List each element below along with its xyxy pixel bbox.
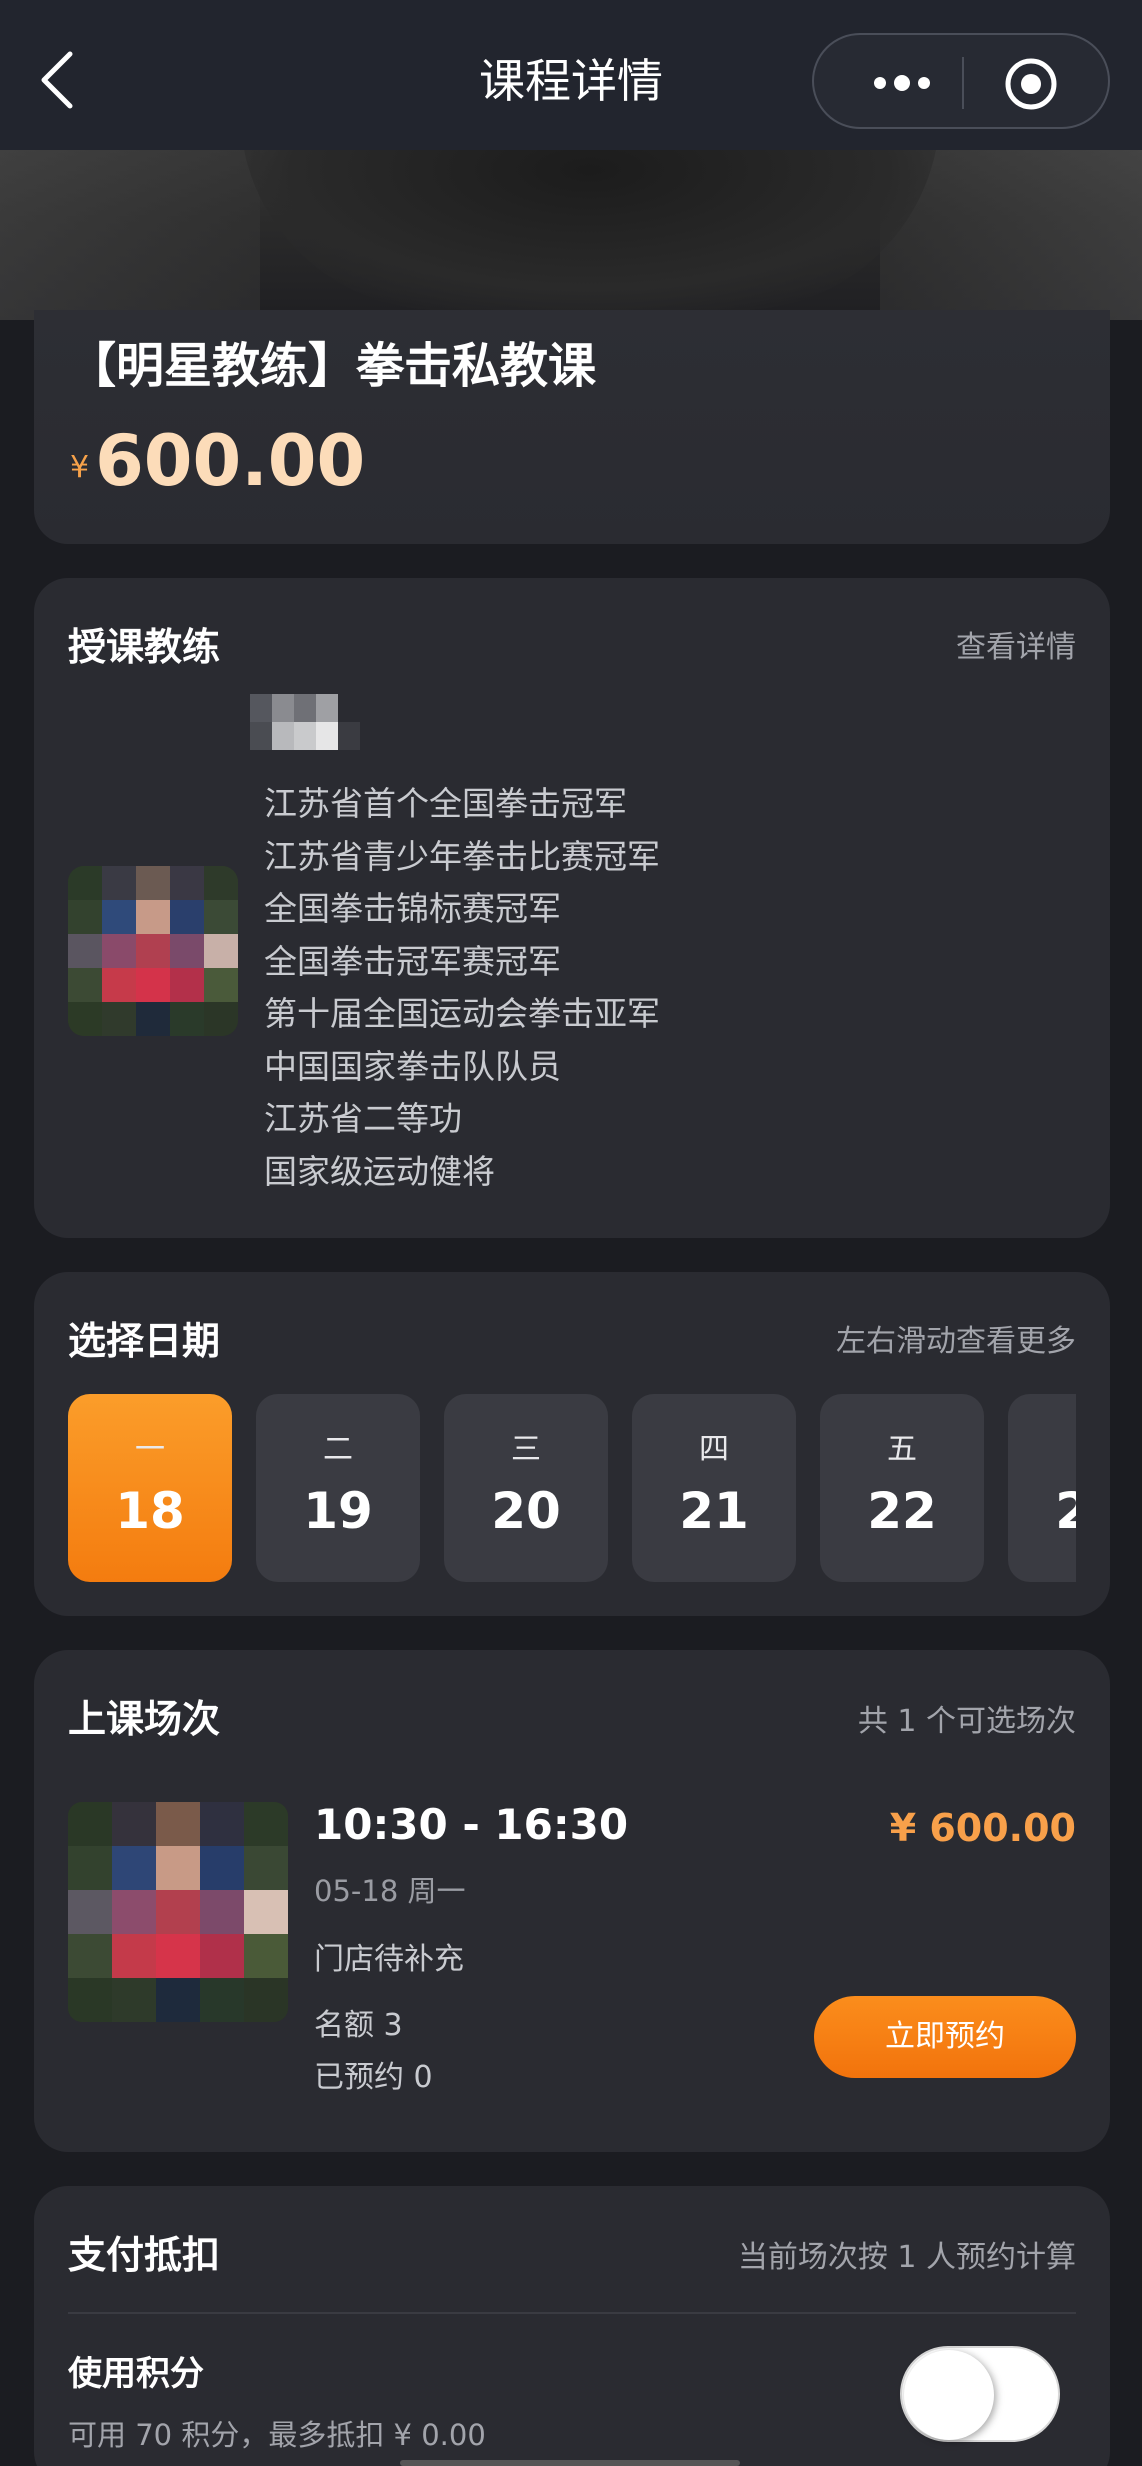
- honor-item: 第十届全国运动会拳击亚军: [264, 994, 660, 1033]
- session-price: ¥ 600.00: [889, 1806, 1076, 1850]
- payment-section-title: 支付抵扣: [68, 2233, 221, 2277]
- section-divider: [68, 2312, 1076, 2314]
- navigation-bar: 课程详情: [0, 0, 1142, 150]
- home-indicator: [400, 2460, 740, 2466]
- date-item-19[interactable]: 二 19: [256, 1394, 420, 1582]
- scroll-hint: 左右滑动查看更多: [836, 1324, 1076, 1359]
- toggle-knob: [904, 2350, 994, 2440]
- date-scroller[interactable]: 一 18 二 19 三 20 四 21 五 22 六 23: [68, 1394, 1076, 1584]
- more-options-icon[interactable]: [862, 61, 942, 105]
- weekday-label: 六: [1008, 1424, 1076, 1468]
- points-description: 可用 70 积分，最多抵扣 ¥ 0.00: [68, 2418, 486, 2452]
- session-quota: 名额 3: [314, 2008, 403, 2043]
- session-card: 上课场次 共 1 个可选场次 10:30 - 16:30 05-18 周一 门店…: [34, 1650, 1110, 2152]
- session-booked-count: 已预约 0: [314, 2060, 433, 2095]
- use-points-label: 使用积分: [68, 2354, 204, 2394]
- day-number: 18: [115, 1482, 185, 1540]
- date-item-23[interactable]: 六 23: [1008, 1394, 1076, 1582]
- date-item-22[interactable]: 五 22: [820, 1394, 984, 1582]
- session-date: 05-18 周一: [314, 1874, 466, 1908]
- currency-symbol: ¥: [70, 450, 90, 485]
- close-target-icon[interactable]: [1004, 57, 1058, 111]
- date-item-18[interactable]: 一 18: [68, 1394, 232, 1582]
- honor-item: 国家级运动健将: [264, 1151, 495, 1191]
- course-info-card: 【明星教练】拳击私教课 ¥600.00: [34, 310, 1110, 544]
- honor-item: 江苏省青少年拳击比赛冠军: [264, 836, 660, 876]
- date-selector-card: 选择日期 左右滑动查看更多 一 18 二 19 三 20 四 21 五 22 六…: [34, 1272, 1110, 1616]
- honor-item: 江苏省二等功: [264, 1099, 462, 1138]
- coach-name-pixelated: [250, 694, 360, 750]
- honor-item: 中国国家拳击队队员: [264, 1046, 561, 1086]
- session-coach-thumbnail: [68, 1802, 288, 2022]
- coach-card: 授课教练 查看详情 江苏省首个全国拳击冠军 江苏省青少年拳击比赛冠军 全国拳击锦…: [34, 578, 1110, 1238]
- book-now-button[interactable]: 立即预约: [814, 1996, 1076, 2078]
- price-value: 600.00: [95, 420, 366, 502]
- capsule-divider: [962, 57, 964, 109]
- coach-section-title: 授课教练: [68, 625, 221, 669]
- day-number: 20: [491, 1482, 561, 1540]
- day-number: 19: [303, 1482, 373, 1540]
- date-section-title: 选择日期: [68, 1319, 221, 1363]
- session-section-title: 上课场次: [68, 1697, 221, 1741]
- weekday-label: 四: [699, 1432, 729, 1467]
- payment-note: 当前场次按 1 人预约计算: [737, 2240, 1076, 2275]
- session-count: 共 1 个可选场次: [857, 1704, 1076, 1739]
- course-price: ¥600.00: [70, 420, 365, 502]
- coach-avatar: [68, 866, 238, 1036]
- weekday-label: 二: [323, 1432, 353, 1467]
- honor-item: 江苏省首个全国拳击冠军: [264, 784, 627, 823]
- course-name: 【明星教练】拳击私教课: [68, 338, 597, 394]
- day-number: 21: [679, 1482, 749, 1540]
- course-cover-image: [0, 150, 1142, 320]
- session-store: 门店待补充: [314, 1942, 464, 1977]
- day-number: 22: [867, 1482, 937, 1540]
- day-number: 23: [1055, 1482, 1076, 1540]
- use-points-toggle[interactable]: [900, 2346, 1060, 2442]
- weekday-label: 一: [135, 1432, 165, 1467]
- payment-deduction-card: 支付抵扣 当前场次按 1 人预约计算 使用积分 可用 70 积分，最多抵扣 ¥ …: [34, 2186, 1110, 2466]
- honor-item: 全国拳击锦标赛冠军: [264, 889, 561, 928]
- date-item-21[interactable]: 四 21: [632, 1394, 796, 1582]
- honor-item: 全国拳击冠军赛冠军: [264, 941, 561, 981]
- weekday-label: 三: [511, 1432, 541, 1467]
- view-details-link[interactable]: 查看详情: [956, 622, 1076, 666]
- date-item-20[interactable]: 三 20: [444, 1394, 608, 1582]
- session-time: 10:30 - 16:30: [314, 1800, 629, 1849]
- mini-program-capsule: [812, 33, 1110, 129]
- weekday-label: 五: [887, 1432, 917, 1467]
- coach-honors-list: 江苏省首个全国拳击冠军 江苏省青少年拳击比赛冠军 全国拳击锦标赛冠军 全国拳击冠…: [264, 778, 660, 1198]
